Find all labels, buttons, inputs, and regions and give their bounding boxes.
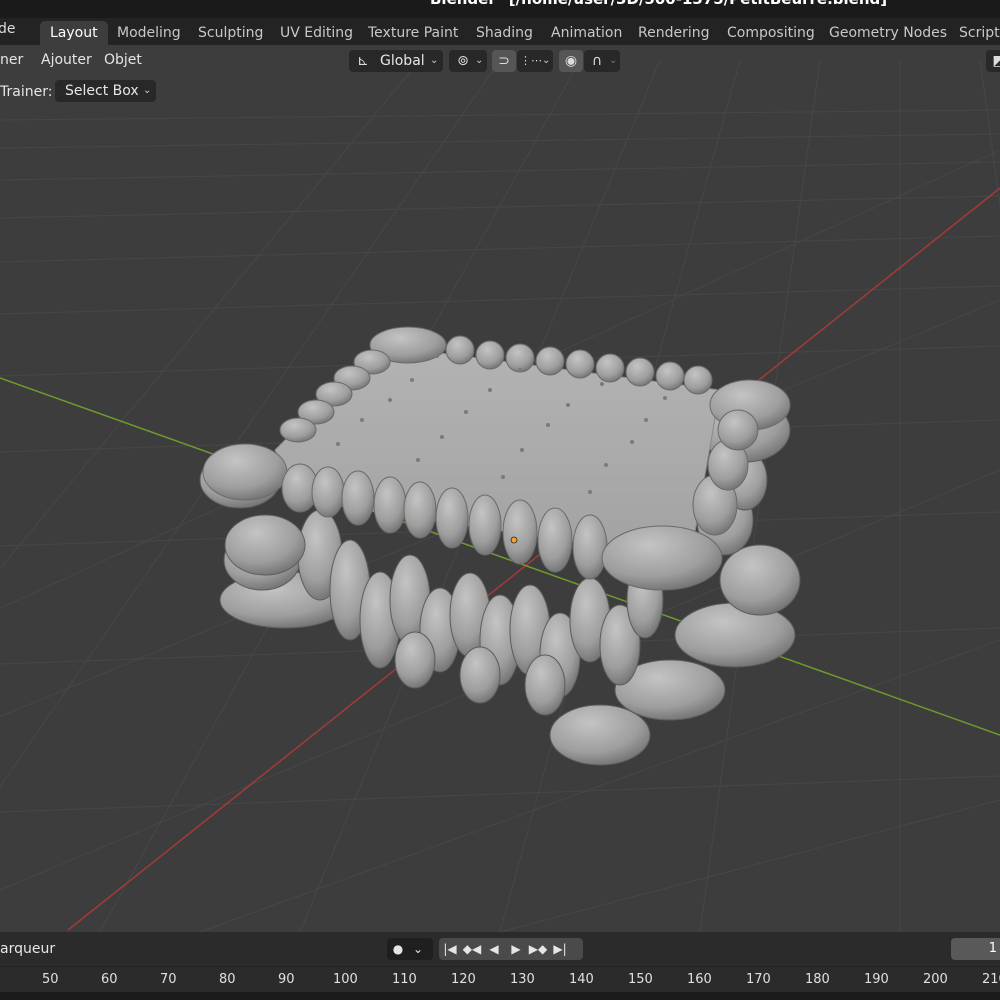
pivot-point-dropdown[interactable]: ⊚ ⌄ — [449, 50, 487, 72]
chevron-down-icon: ⌄ — [475, 55, 484, 66]
menu-objet[interactable]: Objet — [104, 52, 142, 68]
ruler-tick: 160 — [687, 972, 712, 987]
view-options-button[interactable]: ◩ — [986, 50, 1000, 72]
tab-scripting[interactable]: Scripting — [949, 21, 1000, 45]
status-bar — [0, 992, 1000, 1000]
menu-marker[interactable]: arqueur — [0, 941, 55, 957]
chevron-down-icon: ⌄ — [143, 85, 152, 96]
falloff-dropdown[interactable]: ∩ ⌄ — [584, 50, 620, 72]
ruler-tick: 90 — [278, 972, 295, 987]
tab-compositing[interactable]: Compositing — [717, 21, 825, 45]
next-keyframe-icon[interactable]: ▶◆ — [527, 938, 549, 960]
snap-increment-icon: ⋮⋯ — [520, 54, 542, 67]
editor-menu-fragment[interactable]: de — [0, 21, 16, 37]
proportional-icon: ◉ — [564, 53, 578, 69]
ruler-tick: 180 — [805, 972, 830, 987]
ruler-tick: 150 — [628, 972, 653, 987]
snap-target-dropdown[interactable]: ⋮⋯ ⌄ — [517, 50, 553, 72]
3d-viewport[interactable]: ner Ajouter Objet ⊾ Global ⌄ ⊚ ⌄ ⊃ ⋮⋯ ⌄ … — [0, 45, 1000, 932]
play-reverse-icon[interactable]: ◀ — [483, 938, 505, 960]
jump-end-icon[interactable]: ▶| — [549, 938, 571, 960]
chevron-down-icon: ⌄ — [609, 55, 618, 66]
ruler-tick: 60 — [101, 972, 118, 987]
transform-orientation-value: Global — [380, 53, 425, 69]
timeline-header: arqueur ● ⌄ |◀ ◆◀ ◀ ▶ ▶◆ ▶| 1 — [0, 932, 1000, 966]
play-icon[interactable]: ▶ — [505, 938, 527, 960]
ruler-tick: 110 — [392, 972, 417, 987]
tab-geometry-nodes[interactable]: Geometry Nodes — [819, 21, 957, 45]
menu-ajouter[interactable]: Ajouter — [41, 52, 92, 68]
ruler-tick: 200 — [923, 972, 948, 987]
biscuit-object[interactable] — [199, 326, 801, 766]
workspace-tabs-bar: de Layout Modeling Sculpting UV Editing … — [0, 18, 1000, 45]
select-mode-dropdown[interactable]: Select Box ⌄ — [55, 80, 156, 102]
menu-partial[interactable]: ner — [0, 52, 23, 68]
chevron-down-icon: ⌄ — [430, 55, 439, 66]
ruler-tick: 100 — [333, 972, 358, 987]
ruler-tick: 190 — [864, 972, 889, 987]
viewport-scene — [0, 59, 1000, 932]
tab-uv-editing[interactable]: UV Editing — [270, 21, 363, 45]
tab-animation[interactable]: Animation — [541, 21, 632, 45]
prev-keyframe-icon[interactable]: ◆◀ — [461, 938, 483, 960]
orientation-icon: ⊾ — [357, 53, 369, 69]
chevron-down-icon: ⌄ — [542, 55, 551, 66]
tab-layout[interactable]: Layout — [40, 21, 108, 45]
timeline-ruler[interactable]: 50 60 70 80 90 100 110 120 130 140 150 1… — [0, 966, 1000, 993]
window-titlebar: Blender* [/home/user/3D/500-1375/PetitBe… — [0, 0, 1000, 18]
camera-icon: ◩ — [992, 53, 1000, 69]
object-origin — [510, 536, 518, 544]
keying-dropdown[interactable]: ● ⌄ — [387, 938, 433, 960]
snap-toggle[interactable]: ⊃ — [492, 50, 516, 72]
tab-shading[interactable]: Shading — [466, 21, 543, 45]
ruler-tick: 70 — [160, 972, 177, 987]
proportional-editing-toggle[interactable]: ◉ — [559, 50, 583, 72]
window-title: Blender* [/home/user/3D/500-1375/PetitBe… — [430, 0, 887, 8]
falloff-curve-icon: ∩ — [591, 53, 603, 69]
current-frame-field[interactable]: 1 — [951, 938, 1000, 960]
tool-label: Trainer: — [0, 84, 53, 100]
ruler-tick: 50 — [42, 972, 59, 987]
ruler-tick: 80 — [219, 972, 236, 987]
transform-orientation-dropdown[interactable]: ⊾ Global ⌄ — [349, 50, 443, 72]
magnet-icon: ⊃ — [498, 53, 510, 69]
chevron-down-icon: ⌄ — [412, 942, 424, 956]
ruler-tick: 130 — [510, 972, 535, 987]
tab-modeling[interactable]: Modeling — [107, 21, 191, 45]
record-icon: ● — [392, 942, 404, 956]
ruler-tick: 120 — [451, 972, 476, 987]
jump-start-icon[interactable]: |◀ — [439, 938, 461, 960]
tab-sculpting[interactable]: Sculpting — [188, 21, 273, 45]
ruler-tick: 170 — [746, 972, 771, 987]
pivot-icon: ⊚ — [457, 53, 469, 69]
playback-controls: |◀ ◆◀ ◀ ▶ ▶◆ ▶| — [439, 938, 583, 960]
ruler-tick: 140 — [569, 972, 594, 987]
tab-rendering[interactable]: Rendering — [628, 21, 720, 45]
ruler-tick: 210 — [982, 972, 1000, 987]
tab-texture-paint[interactable]: Texture Paint — [358, 21, 468, 45]
select-mode-value: Select Box — [65, 83, 139, 99]
